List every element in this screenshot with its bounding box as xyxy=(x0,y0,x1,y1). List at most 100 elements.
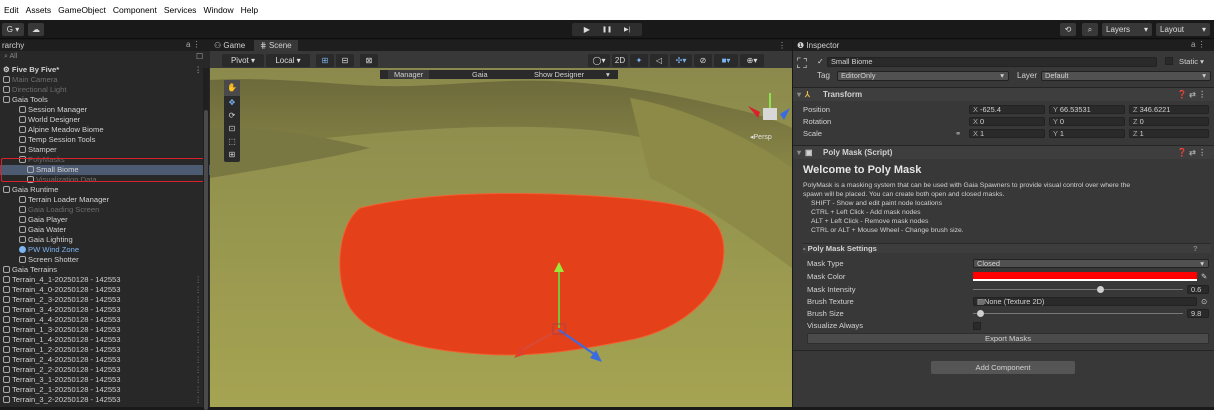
hand-tool-icon[interactable]: ✋ xyxy=(224,80,240,96)
hierarchy-item[interactable]: Gaia Lighting xyxy=(0,235,210,245)
tag-dropdown[interactable]: EditorOnly ▾ xyxy=(837,71,1009,81)
static-checkbox[interactable] xyxy=(1165,57,1173,65)
more-icon[interactable]: ⋮ xyxy=(194,295,202,305)
hierarchy-item[interactable]: Small Biome xyxy=(0,165,210,175)
settings-foldout[interactable]: - Poly Mask Settings ? xyxy=(803,243,1211,253)
lighting-icon[interactable]: ✦ xyxy=(630,54,648,67)
hierarchy-item[interactable]: Visualization Data xyxy=(0,175,210,185)
hierarchy-item[interactable]: Terrain_2_4-20250128 - 142553 ⋮ xyxy=(0,355,210,365)
hierarchy-item[interactable]: Terrain_1_2-20250128 - 142553 ⋮ xyxy=(0,345,210,355)
hierarchy-item[interactable]: Screen Shotter xyxy=(0,255,210,265)
hierarchy-item[interactable]: Alpine Meadow Biome xyxy=(0,125,210,135)
rotation-y-field[interactable]: Y 0 xyxy=(1049,117,1125,126)
hierarchy-item[interactable]: Terrain_4_0-20250128 - 142553 ⋮ xyxy=(0,285,210,295)
search-input[interactable]: ⌕ All xyxy=(4,53,17,61)
play-button[interactable]: ▶ xyxy=(584,25,590,34)
lock-icon[interactable]: a ⋮ xyxy=(186,40,201,49)
brush-size-field[interactable]: 9.8 xyxy=(1187,309,1209,318)
add-icon[interactable]: ☐ xyxy=(196,52,203,61)
hierarchy-item[interactable]: Terrain_4_4-20250128 - 142553 ⋮ xyxy=(0,315,210,325)
scale-x-field[interactable]: X 1 xyxy=(969,129,1045,138)
hidden-objects-icon[interactable]: ⊘ xyxy=(694,54,712,67)
history-icon[interactable]: ⟲ xyxy=(1060,23,1076,36)
menu-component[interactable]: Component xyxy=(113,5,157,15)
tab-game[interactable]: ⚇ Game xyxy=(214,41,245,50)
more-icon[interactable]: ⋮ xyxy=(778,41,786,50)
draw-mode-icon[interactable]: ◯▾ xyxy=(588,54,610,67)
intensity-slider-track[interactable] xyxy=(973,289,1183,290)
hierarchy-item[interactable]: Temp Session Tools xyxy=(0,135,210,145)
layout-dropdown[interactable]: Layout ▾ xyxy=(1156,23,1210,36)
show-designer-button[interactable]: Show Designer xyxy=(534,70,584,79)
add-component-button[interactable]: Add Component xyxy=(931,361,1075,374)
menu-gameobject[interactable]: GameObject xyxy=(58,5,106,15)
transform-tool-icon[interactable]: ⊞ xyxy=(224,148,240,161)
scale-y-field[interactable]: Y 1 xyxy=(1049,129,1125,138)
hierarchy-item[interactable]: Main Camera xyxy=(0,75,210,85)
audio-icon[interactable]: ◁ xyxy=(650,54,668,67)
layers-dropdown[interactable]: Layers ▾ xyxy=(1102,23,1152,36)
scene-view[interactable]: ⚇ Game ⋕ Scene ⋮ Pivot ▾ Local ▾ ⊞ ⊟ ⊠ ◯… xyxy=(210,40,792,407)
terrain-viewport[interactable]: ◂Persp xyxy=(210,68,792,407)
chevron-down-icon[interactable]: ▾ xyxy=(606,70,610,79)
hierarchy-item[interactable]: PolyMasks xyxy=(0,155,210,165)
search-icon[interactable]: ⌕ xyxy=(1082,23,1098,36)
position-y-field[interactable]: Y 66.53531 xyxy=(1049,105,1125,114)
more-icon[interactable]: ⋮ xyxy=(194,375,202,385)
menu-window[interactable]: Window xyxy=(203,5,233,15)
move-tool-icon[interactable]: ✥ xyxy=(224,96,240,109)
help-icon[interactable]: ? xyxy=(1193,244,1198,253)
hierarchy-item[interactable]: Terrain_4_1-20250128 - 142553 ⋮ xyxy=(0,275,210,285)
mask-type-dropdown[interactable]: Closed ▾ xyxy=(973,259,1209,268)
hierarchy-item[interactable]: Terrain_1_4-20250128 - 142553 ⋮ xyxy=(0,335,210,345)
hierarchy-item[interactable]: Terrain_2_2-20250128 - 142553 ⋮ xyxy=(0,365,210,375)
hierarchy-item[interactable]: Gaia Tools xyxy=(0,95,210,105)
hierarchy-item[interactable]: Stamper xyxy=(0,145,210,155)
hierarchy-item[interactable]: PW Wind Zone xyxy=(0,245,210,255)
more-icon[interactable]: ⋮ xyxy=(194,315,202,325)
grid-icon[interactable]: ⊟ xyxy=(336,54,354,67)
transform-header[interactable]: ▾ ⅄ Transform ❓ ⇄ ⋮ xyxy=(793,87,1214,101)
export-masks-button[interactable]: Export Masks xyxy=(807,333,1209,344)
scale-tool-icon[interactable]: ⊡ xyxy=(224,122,240,135)
pause-button[interactable]: ❚❚ xyxy=(602,26,612,33)
gizmos-icon[interactable]: ⊕▾ xyxy=(740,54,764,67)
menu-services[interactable]: Services xyxy=(164,5,197,15)
menu-help[interactable]: Help xyxy=(241,5,258,15)
hierarchy-item[interactable]: Terrain_2_1-20250128 - 142553 ⋮ xyxy=(0,385,210,395)
eyedropper-icon[interactable]: ✎ xyxy=(1201,271,1207,282)
brush-size-slider-thumb[interactable] xyxy=(977,310,984,317)
tab-inspector[interactable]: ❶ Inspector xyxy=(797,41,839,50)
rect-tool-icon[interactable]: ⬚ xyxy=(224,135,240,148)
more-icon[interactable]: ⋮ xyxy=(194,335,202,345)
more-icon[interactable]: ⋮ xyxy=(194,365,202,375)
active-checkbox[interactable]: ✓ xyxy=(817,57,824,66)
hierarchy-item[interactable]: Directional Light xyxy=(0,85,210,95)
object-picker-icon[interactable]: ⊙ xyxy=(1201,296,1207,307)
scene-root[interactable]: ⚙ Five By Five* ⋮ xyxy=(0,65,210,75)
hierarchy-item[interactable]: Terrain_2_3-20250128 - 142553 ⋮ xyxy=(0,295,210,305)
brush-size-slider-track[interactable] xyxy=(973,313,1183,314)
local-dropdown[interactable]: Local ▾ xyxy=(266,54,310,67)
hierarchy-tab[interactable]: rarchy xyxy=(2,41,24,50)
hierarchy-item[interactable]: Terrain_3_1-20250128 - 142553 ⋮ xyxy=(0,375,210,385)
mask-color-swatch[interactable] xyxy=(973,272,1197,281)
object-name-field[interactable]: Small Biome xyxy=(827,57,1157,67)
settings-icon[interactable]: ❓ ⇄ ⋮ xyxy=(1177,146,1206,160)
grid-snap-icon[interactable]: ⊞ xyxy=(316,54,334,67)
more-icon[interactable]: ⋮ xyxy=(194,285,202,295)
account-dropdown[interactable]: G ▾ xyxy=(2,23,24,36)
static-label[interactable]: Static ▾ xyxy=(1179,57,1204,66)
more-icon[interactable]: ⋮ xyxy=(194,345,202,355)
hierarchy-item[interactable]: Terrain Loader Manager xyxy=(0,195,210,205)
pivot-dropdown[interactable]: Pivot ▾ xyxy=(222,54,264,67)
mask-intensity-field[interactable]: 0.6 xyxy=(1187,285,1209,294)
layer-dropdown[interactable]: Default ▾ xyxy=(1041,71,1211,81)
hierarchy-item[interactable]: Gaia Player xyxy=(0,215,210,225)
settings-icon[interactable]: ❓ ⇄ ⋮ xyxy=(1177,88,1206,102)
brush-texture-field[interactable]: ▤None (Texture 2D) xyxy=(973,297,1197,306)
scale-z-field[interactable]: Z 1 xyxy=(1129,129,1209,138)
more-icon[interactable]: ⋮ xyxy=(194,395,202,405)
hierarchy-item[interactable]: Gaia Water xyxy=(0,225,210,235)
visualize-checkbox[interactable] xyxy=(973,322,981,330)
